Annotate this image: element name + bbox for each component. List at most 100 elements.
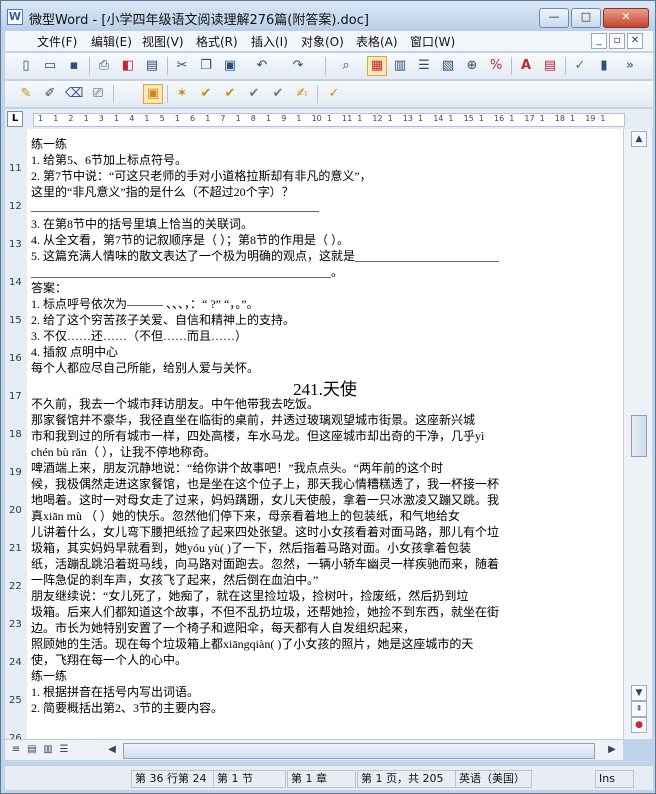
redo-icon[interactable]: ↷ (289, 57, 307, 75)
new-icon[interactable]: ▯ (17, 57, 35, 75)
horizontal-ruler[interactable]: L 1 1 2 1 3 1 4 1 5 1 6 1 7 1 8 1 9 1 10 1 11 1 12 1 13 1 14 1 15 1 16… (5, 109, 653, 130)
standard-toolbar: ▯ ▭ ▪ ⎙ ◧ ▤ ✂ ❐ ▣ ↶ ↷ ⌕ ▦ ▥ ☰ ▧ ⊕ % A ▤ … (5, 53, 653, 80)
menu-window[interactable]: 窗口(W) (410, 33, 455, 50)
paste-icon[interactable]: ▣ (221, 57, 239, 75)
text-line: 真xiān mù （ ）她的快乐。忽然他们停下来，母亲看着地上的包装纸，和气地给… (31, 509, 460, 523)
mark2-icon[interactable]: ✔ (221, 85, 239, 103)
mark3-icon[interactable]: ✔ (245, 85, 263, 103)
scroll-right-icon[interactable]: ▶ (605, 743, 619, 757)
review-icon[interactable]: ✓ (325, 85, 343, 103)
scroll-down-icon[interactable]: ▼ (631, 685, 647, 701)
ruler-tick-label: 5 (159, 114, 165, 123)
mdi-close-button[interactable]: ✕ (627, 33, 643, 49)
ruler-tick-label: 1 (357, 114, 363, 123)
outline-icon[interactable]: ☰ (57, 743, 71, 757)
ruler-tick-label: 19 (585, 114, 596, 123)
web-layout-icon[interactable]: ▤ (25, 743, 39, 757)
text-line: 每个人都应尽自己所能，给别人爱与关怀。 (31, 361, 260, 375)
undo-icon[interactable]: ↶ (253, 57, 271, 75)
edit3-icon[interactable]: ⌫ (65, 85, 83, 103)
horizontal-scrollbar[interactable]: ≡ ▤ ▥ ☰ ◀ ▶ (5, 739, 623, 760)
status-chapter: 第 1 章 (287, 770, 356, 788)
scroll-left-icon[interactable]: ◀ (105, 743, 119, 757)
ruler-tick-label: 2 (68, 114, 74, 123)
star-icon[interactable]: ✶ (173, 85, 191, 103)
mark1-icon[interactable]: ✔ (197, 85, 215, 103)
vertical-ruler-number: 16 (9, 353, 22, 364)
page-view-icon[interactable]: ▦ (367, 56, 387, 76)
edit4-icon[interactable]: ⎚ (89, 85, 107, 103)
close-button[interactable]: ✕ (603, 8, 649, 28)
ruler-tick-label: 1 (478, 114, 484, 123)
ruler-tick-label: 13 (402, 114, 413, 123)
edit-icon[interactable]: ✎ (17, 85, 35, 103)
text-line: 4. 插叙 点明中心 (31, 345, 119, 359)
ruler-tick-label: 1 (539, 114, 545, 123)
ruler-tick-label: 1 (509, 114, 515, 123)
menu-table[interactable]: 表格(A) (356, 33, 398, 50)
font-icon[interactable]: A (517, 57, 535, 75)
zoom-icon[interactable]: ⊕ (463, 57, 481, 75)
vertical-ruler-number: 22 (9, 581, 22, 592)
format-icon[interactable]: ▤ (541, 57, 559, 75)
text-line: 地喝着。这时一对母女走了过来，妈妈蹒跚，女儿天使般，拿着一只冰激凌又蹦又跳。我 (31, 493, 500, 507)
menu-object[interactable]: 对象(O) (301, 33, 344, 50)
mark4-icon[interactable]: ✔ (269, 85, 287, 103)
scroll-up-icon[interactable]: ▲ (631, 131, 647, 147)
text-line: 圾箱，其实妈妈早就看到，她yóu yù( )了一下，然后指着马路对面。小女孩拿着… (31, 541, 471, 555)
minimize-button[interactable]: — (539, 8, 569, 28)
menu-view[interactable]: 视图(V) (142, 33, 184, 50)
open-icon[interactable]: ▭ (41, 57, 59, 75)
stats-icon[interactable]: ▮ (595, 57, 613, 75)
ruler-tick-label: 1 (326, 114, 332, 123)
cut-icon[interactable]: ✂ (173, 57, 191, 75)
ruler-tick-label: 18 (554, 114, 565, 123)
edit2-icon[interactable]: ✐ (41, 85, 59, 103)
pdf-icon[interactable]: ◧ (119, 57, 137, 75)
zoom-percent-icon[interactable]: % (487, 57, 505, 75)
status-section: 第 1 节 (213, 770, 286, 788)
text-line: 1. 根据拼音在括号内写出词语。 (31, 685, 200, 699)
vertical-scroll-thumb[interactable] (631, 415, 647, 457)
toolbar-separator (511, 57, 512, 75)
print-layout-icon[interactable]: ▥ (41, 743, 55, 757)
menu-file[interactable]: 文件(F) (37, 33, 77, 50)
tab-stop-selector[interactable]: L (7, 111, 23, 127)
text-line: 边。市长为她特别安置了一个椅子和遮阳伞，每天都有人自发组织起来， (31, 621, 416, 635)
find-icon[interactable]: ⌕ (337, 57, 355, 75)
maximize-button[interactable]: □ (571, 8, 601, 28)
web-view-icon[interactable]: ▧ (439, 57, 457, 75)
spellcheck-icon[interactable]: ✓ (571, 57, 589, 75)
ruler-tick-label: 9 (281, 114, 287, 123)
menu-insert[interactable]: 插入(I) (251, 33, 288, 50)
vertical-ruler[interactable]: 11121314151617181920212223242526 (5, 129, 28, 744)
prev-page-icon[interactable]: ⇞ (631, 701, 647, 717)
outline-view-icon[interactable]: ☰ (415, 57, 433, 75)
normal-view-icon[interactable]: ≡ (9, 743, 23, 757)
ruler-tick-label: 1 (600, 114, 606, 123)
document-page[interactable]: 练一练 1. 给第5、6节加上标点符号。 2. 第7节中说：“可这只老师的手对小道格… (27, 129, 623, 739)
layout-view-icon[interactable]: ▥ (391, 57, 409, 75)
menu-format[interactable]: 格式(R) (196, 33, 238, 50)
preview-icon[interactable]: ▤ (143, 57, 161, 75)
note-icon[interactable]: ✍ (293, 85, 311, 103)
copy-icon[interactable]: ❐ (197, 57, 215, 75)
select-browse-object-icon[interactable]: ● (631, 717, 647, 733)
more-icon[interactable]: » (621, 57, 639, 75)
ruler-tick-label: 1 (205, 114, 211, 123)
app-icon: W (7, 9, 23, 25)
horizontal-scroll-thumb[interactable] (123, 743, 595, 759)
save-icon[interactable]: ▪ (65, 57, 83, 75)
ruler-tick-label: 1 (114, 114, 120, 123)
mdi-minimize-button[interactable]: _ (591, 33, 607, 49)
folder-icon[interactable]: ▣ (143, 84, 163, 104)
menu-edit[interactable]: 编辑(E) (91, 33, 132, 50)
print-icon[interactable]: ⎙ (95, 57, 113, 75)
status-line-col: 第 36 行第 24 (131, 770, 214, 788)
ruler-tick-label: 3 (98, 114, 104, 123)
text-line: 啤酒端上来，朋友沉静地说：“给你讲个故事吧！”我点点头。“两年前的这个时 (31, 461, 443, 475)
mdi-restore-button[interactable]: ▫ (609, 33, 625, 49)
ruler-scale[interactable]: 1 1 2 1 3 1 4 1 5 1 6 1 7 1 8 1 9 1 10 1 11 1 12 1 13 1 14 1 15 1 16 1 1… (33, 113, 625, 127)
text-line: chén bù rǎn（ ），让我不停地称奇。 (31, 445, 216, 459)
vertical-scrollbar[interactable]: ▲ ▼ ⇞ ● ⇟ (623, 129, 652, 739)
